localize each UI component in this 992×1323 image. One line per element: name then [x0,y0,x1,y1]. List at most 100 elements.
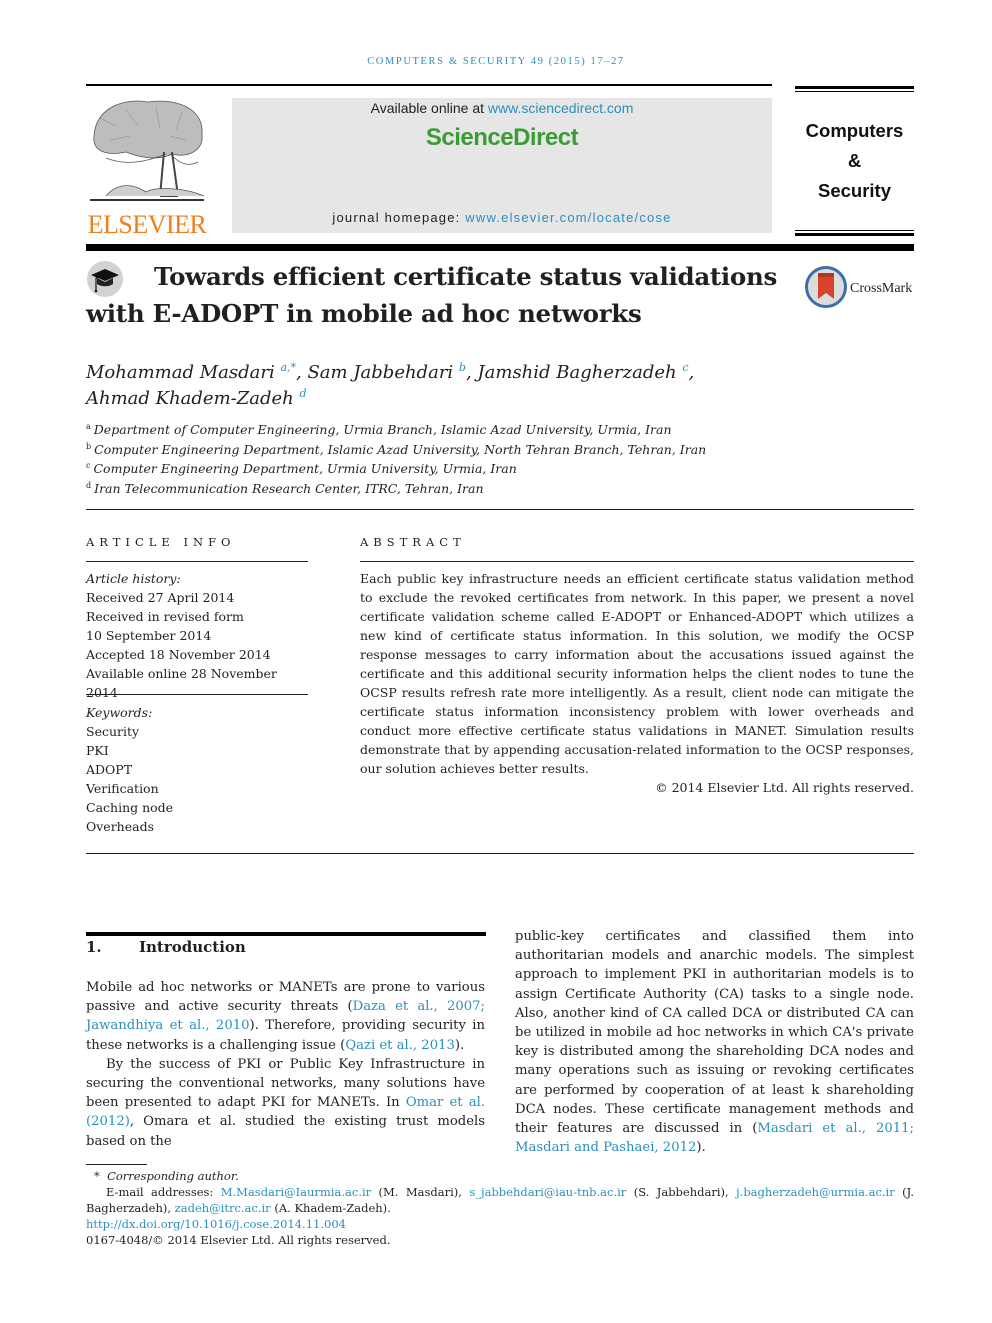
journal-title-line-1: Computers [805,120,904,141]
paragraph-text: , Omara et al. studied the existing trus… [86,1114,485,1149]
doi-link[interactable]: http://dx.doi.org/10.1016/j.cose.2014.11… [86,1216,914,1232]
keyword-item[interactable]: PKI [86,741,308,760]
history-item: Accepted 18 November 2014 [86,647,271,662]
affiliation-text: Iran Telecommunication Research Center, … [94,480,484,496]
history-item: 10 September 2014 [86,628,212,643]
keywords: Keywords: Security PKI ADOPT Verificatio… [86,703,308,836]
journal-box-top-rule [795,86,914,92]
affiliation-item: b Computer Engineering Department, Islami… [86,440,906,460]
author-affiliation-marker[interactable]: d [299,387,306,400]
section-number: 1. [86,938,102,956]
author-affiliation-marker[interactable]: b [459,361,466,374]
history-item: Available online 28 November 2014 [86,666,277,700]
email-addresses: E-mail addresses: M.Masdari@Iaurmia.ac.i… [86,1184,914,1216]
running-head: COMPUTERS & SECURITY 49 (2015) 17–27 [367,56,625,67]
paragraph-text: ). [696,1140,706,1156]
sciencedirect-link[interactable]: www.sciencedirect.com [488,100,634,116]
section-title: Introduction [139,938,246,956]
available-online-text: Available online at [370,100,488,116]
abstract-bottom-rule [86,853,914,854]
paragraph: public-key certificates and classified t… [515,927,914,1157]
history-item: Received in revised form [86,609,244,624]
elsevier-wordmark: ELSEVIER [87,210,207,239]
email-owner: (A. Khadem-Zadeh). [270,1201,391,1215]
author-name[interactable]: Mohammad Masdari [86,362,275,383]
journal-homepage-label: journal homepage: [332,210,466,225]
elsevier-tree-icon [90,100,205,201]
affiliation-list: a Department of Computer Engineering, Urm… [86,420,906,498]
paragraph: Mobile ad hoc networks or MANETs are pro… [86,978,485,1055]
affiliation-item: a Department of Computer Engineering, Urm… [86,420,906,440]
affiliation-text: Computer Engineering Department, Urmia U… [93,461,517,476]
author-list: Mohammad Masdari a,*, Sam Jabbehdari b, … [86,360,906,412]
author-separator: , [465,362,478,383]
author-affiliation-marker[interactable]: a,* [280,361,296,374]
history-item: Received 27 April 2014 [86,590,235,605]
keyword-item[interactable]: Caching node [86,798,308,817]
affiliation-text: Department of Computer Engineering, Urmi… [93,422,672,437]
keyword-item[interactable]: Verification [86,779,308,798]
keyword-item[interactable]: Overheads [86,817,308,836]
paragraph-text: ). [454,1037,465,1053]
keyword-item[interactable]: ADOPT [86,760,308,779]
crossmark-label: CrossMark [850,281,913,296]
sciencedirect-logo[interactable]: ScienceDirect [232,124,772,152]
abstract-heading: ABSTRACT [360,535,466,549]
keywords-rule [86,694,308,695]
keyword-item[interactable]: Security [86,722,308,741]
author-name[interactable]: Sam Jabbehdari [307,362,453,383]
email-owner: (M. Masdari), [371,1185,470,1199]
paragraph: By the success of PKI or Public Key Infr… [86,1055,485,1151]
abstract-rule [360,561,914,562]
article-info-heading: ARTICLE INFO [86,535,236,549]
footnote-rule [86,1164,147,1165]
footnotes: * Corresponding author. E-mail addresses… [86,1168,914,1248]
affiliation-item: c Computer Engineering Department, Urmia … [86,459,906,479]
abstract-text: Each public key infrastructure needs an … [360,571,914,776]
email-owner: (S. Jabbehdari), [626,1185,737,1199]
email-label: E-mail addresses: [106,1185,221,1199]
corresponding-author-text: Corresponding author. [107,1169,239,1183]
available-online-line: Available online at www.sciencedirect.co… [232,100,772,116]
affiliations-rule [86,509,914,510]
journal-box-bottom-rule [795,230,914,236]
abstract-copyright: © 2014 Elsevier Ltd. All rights reserved… [655,780,914,795]
citation-link[interactable]: Qazi et al., 2013 [345,1038,455,1053]
article-title: Towards efficient certificate status val… [86,262,777,328]
email-link[interactable]: M.Masdari@Iaurmia.ac.ir [221,1185,371,1199]
affiliation-key: a [86,422,91,431]
author-name[interactable]: Jamshid Bagherzadeh [477,362,676,383]
crossmark-icon [805,266,847,308]
author-name[interactable]: Ahmad Khadem-Zadeh [86,388,294,409]
affiliation-key: b [86,441,92,451]
journal-title-line-3: Security [817,180,891,201]
paragraph-text: public-key certificates and classified t… [515,929,914,1137]
abstract: Each public key infrastructure needs an … [360,569,914,797]
body-column-left: Mobile ad hoc networks or MANETs are pro… [86,978,485,1151]
body-column-right: public-key certificates and classified t… [515,927,914,1157]
elsevier-logo[interactable]: ELSEVIER [86,96,208,239]
title-rule [86,244,914,251]
author-separator: , [688,362,695,383]
section-rule [86,932,486,936]
keywords-label: Keywords: [86,705,153,720]
email-link[interactable]: j.bagherzadeh@urmia.ac.ir [736,1185,895,1199]
crossmark-button[interactable]: CrossMark [805,266,920,310]
author-separator: , [296,362,308,383]
journal-homepage-link[interactable]: www.elsevier.com/locate/cose [465,210,671,225]
article-history-label: Article history: [86,571,181,586]
affiliation-key: d [86,480,92,490]
email-link[interactable]: s_jabbehdari@iau-tnb.ac.ir [469,1185,626,1199]
journal-title-box: Computers & Security [795,86,914,236]
affiliation-text: Computer Engineering Department, Islamic… [94,441,707,457]
article-history: Article history: Received 27 April 2014 … [86,569,308,702]
journal-homepage-line: journal homepage: www.elsevier.com/locat… [232,210,772,225]
journal-title: Computers & Security [795,116,914,206]
corresponding-author-note: * Corresponding author. [94,1169,239,1183]
affiliation-item: d Iran Telecommunication Research Center,… [86,479,906,499]
section-heading-introduction: 1. Introduction [86,938,246,956]
article-info-rule [86,561,308,562]
sciencedirect-banner: Available online at www.sciencedirect.co… [232,98,772,233]
email-link[interactable]: zadeh@itrc.ac.ir [175,1201,271,1215]
issn-copyright: 0167-4048/© 2014 Elsevier Ltd. All right… [86,1233,391,1247]
